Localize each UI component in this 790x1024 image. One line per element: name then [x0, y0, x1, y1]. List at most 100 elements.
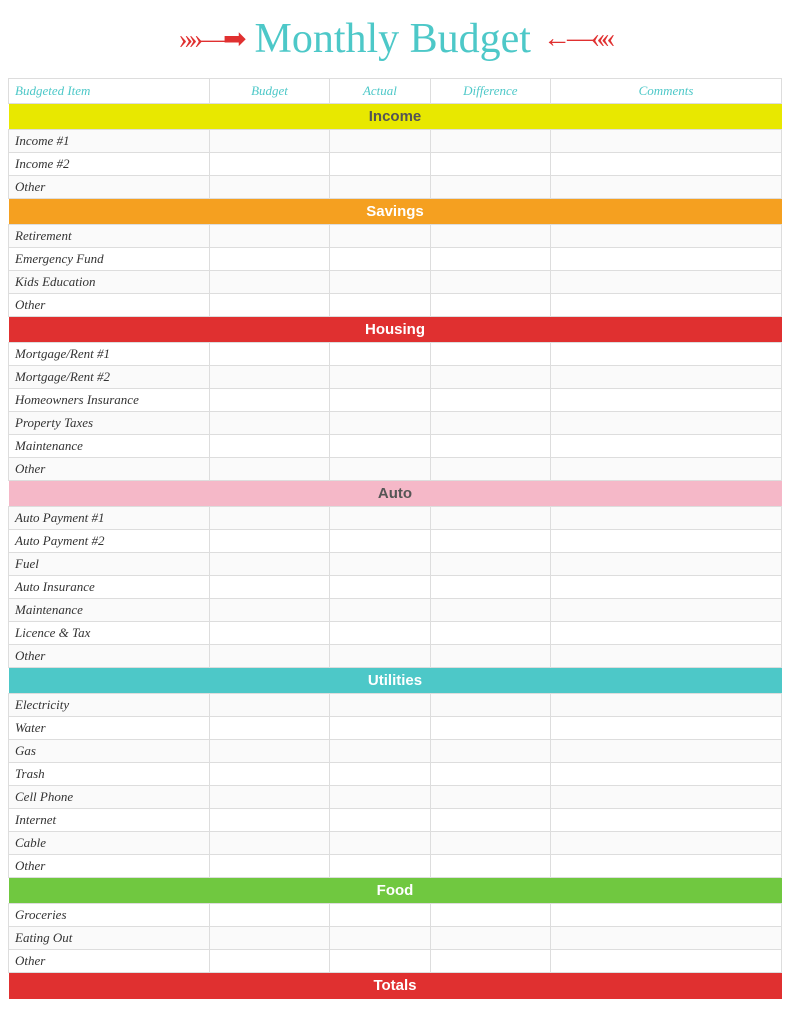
table-row: Other	[9, 294, 782, 317]
row-actual-value[interactable]	[330, 389, 430, 412]
row-actual-value[interactable]	[330, 366, 430, 389]
row-budget-value[interactable]	[209, 740, 329, 763]
row-comment-value[interactable]	[551, 809, 782, 832]
row-comment-value[interactable]	[551, 599, 782, 622]
row-actual-value[interactable]	[330, 435, 430, 458]
row-comment-value[interactable]	[551, 389, 782, 412]
row-comment-value[interactable]	[551, 576, 782, 599]
row-comment-value[interactable]	[551, 832, 782, 855]
row-comment-value[interactable]	[551, 176, 782, 199]
row-actual-value[interactable]	[330, 576, 430, 599]
row-comment-value[interactable]	[551, 507, 782, 530]
row-budget-value[interactable]	[209, 717, 329, 740]
row-comment-value[interactable]	[551, 740, 782, 763]
row-budget-value[interactable]	[209, 130, 329, 153]
row-budget-value[interactable]	[209, 553, 329, 576]
row-budget-value[interactable]	[209, 153, 329, 176]
row-comment-value[interactable]	[551, 763, 782, 786]
row-actual-value[interactable]	[330, 904, 430, 927]
row-budget-value[interactable]	[209, 343, 329, 366]
row-actual-value[interactable]	[330, 412, 430, 435]
row-budget-value[interactable]	[209, 530, 329, 553]
row-actual-value[interactable]	[330, 855, 430, 878]
row-item-label: Mortgage/Rent #1	[9, 343, 210, 366]
row-comment-value[interactable]	[551, 904, 782, 927]
row-comment-value[interactable]	[551, 271, 782, 294]
row-comment-value[interactable]	[551, 927, 782, 950]
row-budget-value[interactable]	[209, 763, 329, 786]
row-budget-value[interactable]	[209, 507, 329, 530]
row-comment-value[interactable]	[551, 343, 782, 366]
row-actual-value[interactable]	[330, 717, 430, 740]
row-actual-value[interactable]	[330, 786, 430, 809]
row-comment-value[interactable]	[551, 153, 782, 176]
row-comment-value[interactable]	[551, 366, 782, 389]
row-actual-value[interactable]	[330, 599, 430, 622]
row-comment-value[interactable]	[551, 458, 782, 481]
row-comment-value[interactable]	[551, 645, 782, 668]
row-comment-value[interactable]	[551, 435, 782, 458]
table-row: Maintenance	[9, 435, 782, 458]
row-budget-value[interactable]	[209, 412, 329, 435]
row-actual-value[interactable]	[330, 927, 430, 950]
row-comment-value[interactable]	[551, 622, 782, 645]
row-comment-value[interactable]	[551, 294, 782, 317]
row-actual-value[interactable]	[330, 507, 430, 530]
row-budget-value[interactable]	[209, 645, 329, 668]
row-comment-value[interactable]	[551, 694, 782, 717]
row-budget-value[interactable]	[209, 832, 329, 855]
row-actual-value[interactable]	[330, 694, 430, 717]
row-item-label: Internet	[9, 809, 210, 832]
row-actual-value[interactable]	[330, 809, 430, 832]
row-actual-value[interactable]	[330, 248, 430, 271]
row-comment-value[interactable]	[551, 530, 782, 553]
row-comment-value[interactable]	[551, 717, 782, 740]
row-actual-value[interactable]	[330, 645, 430, 668]
row-budget-value[interactable]	[209, 694, 329, 717]
row-actual-value[interactable]	[330, 950, 430, 973]
row-budget-value[interactable]	[209, 458, 329, 481]
row-actual-value[interactable]	[330, 153, 430, 176]
row-budget-value[interactable]	[209, 855, 329, 878]
row-actual-value[interactable]	[330, 740, 430, 763]
row-actual-value[interactable]	[330, 176, 430, 199]
table-row: Water	[9, 717, 782, 740]
table-row: Internet	[9, 809, 782, 832]
row-budget-value[interactable]	[209, 366, 329, 389]
row-actual-value[interactable]	[330, 553, 430, 576]
row-budget-value[interactable]	[209, 786, 329, 809]
row-comment-value[interactable]	[551, 225, 782, 248]
row-budget-value[interactable]	[209, 271, 329, 294]
row-actual-value[interactable]	[330, 458, 430, 481]
row-budget-value[interactable]	[209, 927, 329, 950]
row-budget-value[interactable]	[209, 599, 329, 622]
row-comment-value[interactable]	[551, 855, 782, 878]
row-budget-value[interactable]	[209, 809, 329, 832]
row-actual-value[interactable]	[330, 294, 430, 317]
row-budget-value[interactable]	[209, 294, 329, 317]
row-budget-value[interactable]	[209, 435, 329, 458]
row-budget-value[interactable]	[209, 904, 329, 927]
row-budget-value[interactable]	[209, 576, 329, 599]
row-budget-value[interactable]	[209, 248, 329, 271]
row-budget-value[interactable]	[209, 176, 329, 199]
row-actual-value[interactable]	[330, 130, 430, 153]
row-budget-value[interactable]	[209, 225, 329, 248]
row-comment-value[interactable]	[551, 786, 782, 809]
row-comment-value[interactable]	[551, 553, 782, 576]
row-budget-value[interactable]	[209, 389, 329, 412]
row-budget-value[interactable]	[209, 950, 329, 973]
row-actual-value[interactable]	[330, 530, 430, 553]
row-comment-value[interactable]	[551, 950, 782, 973]
row-comment-value[interactable]	[551, 130, 782, 153]
row-difference-value	[430, 507, 550, 530]
row-budget-value[interactable]	[209, 622, 329, 645]
row-comment-value[interactable]	[551, 248, 782, 271]
row-actual-value[interactable]	[330, 271, 430, 294]
row-comment-value[interactable]	[551, 412, 782, 435]
row-actual-value[interactable]	[330, 832, 430, 855]
row-actual-value[interactable]	[330, 343, 430, 366]
row-actual-value[interactable]	[330, 622, 430, 645]
row-actual-value[interactable]	[330, 225, 430, 248]
row-actual-value[interactable]	[330, 763, 430, 786]
